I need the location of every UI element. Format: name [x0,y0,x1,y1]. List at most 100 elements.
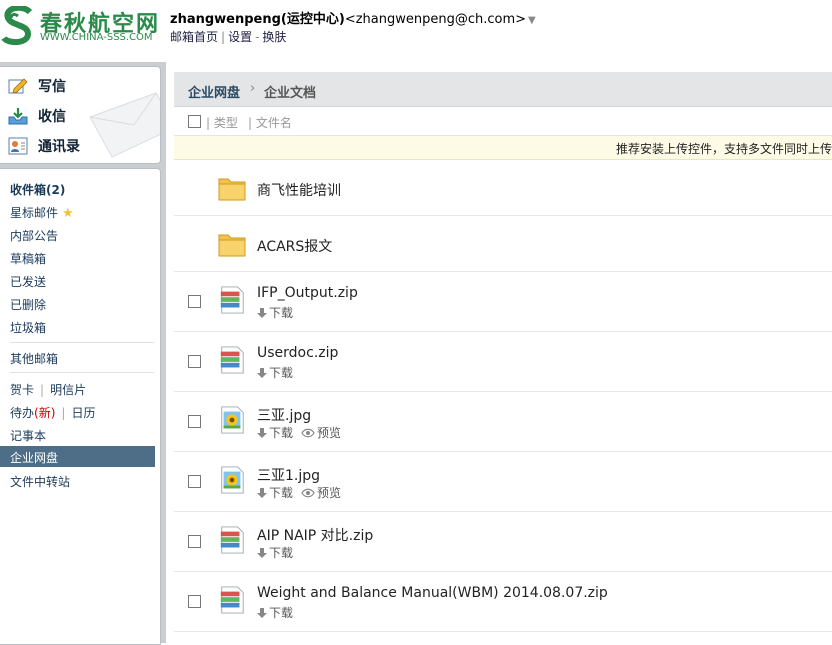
column-filename-label: 文件名 [255,116,292,130]
user-links: 邮箱首页 | 设置 - 换肤 [170,28,286,45]
link-separator: | [221,30,226,44]
contacts-label: 通讯录 [38,139,80,155]
logo[interactable]: 春秋航空网 WWW.CHINA-SSS.COM [0,4,160,48]
file-name[interactable]: 商飞性能培训 [257,180,341,200]
write-mail-button[interactable]: 写信 [8,75,66,97]
file-name[interactable]: Userdoc.zip [257,345,338,361]
zip-file-icon [220,286,244,314]
download-icon [257,307,267,318]
eye-icon [301,488,315,497]
download-icon [257,607,267,618]
mailbox-home-link[interactable]: 邮箱首页 [170,30,218,44]
row-checkbox[interactable] [188,295,201,308]
sidebar-item-deleted[interactable]: 已删除 [10,296,46,313]
sidebar-item-starred[interactable]: 星标邮件 ★ [10,204,74,221]
sidebar-item-label: 企业网盘 [10,451,59,465]
sidebar-item-notes[interactable]: 记事本 [10,427,46,444]
download-link[interactable]: 下载 [257,304,293,321]
list-item[interactable]: 商飞性能培训 [174,160,832,216]
table-row[interactable]: Userdoc.zip 下载 [174,332,832,392]
download-link[interactable]: 下载 [257,424,293,441]
file-name[interactable]: 三亚.jpg [257,405,311,425]
column-type-label: 类型 [213,116,238,130]
breadcrumb: 企业网盘 › 企业文档 [174,72,832,107]
breadcrumb-current: 企业文档 [264,86,317,101]
file-name[interactable]: IFP_Output.zip [257,285,358,301]
sidebar-divider [10,372,154,373]
download-label: 下载 [269,306,294,320]
sidebar-item-inbox[interactable]: 收件箱(2) [10,181,65,198]
download-label: 下载 [269,606,294,620]
download-link[interactable]: 下载 [257,484,293,501]
upload-notice[interactable]: 推荐安装上传控件，支持多文件同时上传 [174,136,832,160]
download-link[interactable]: 下载 [257,364,293,381]
sidebar-item-other-mailboxes[interactable]: 其他邮箱 [10,350,58,367]
download-label: 下载 [269,366,294,380]
logo-mark-icon [1,6,33,46]
sidebar-item-sent[interactable]: 已发送 [10,273,46,290]
row-checkbox[interactable] [188,535,201,548]
sidebar-item-netdisk[interactable]: 企业网盘 [0,446,155,467]
caret-down-icon[interactable]: ▼ [528,15,536,26]
change-skin-link[interactable]: 换肤 [262,30,286,44]
sidebar-row-cards: 贺卡 | 明信片 [10,381,86,398]
sidebar-item-todo[interactable]: 待办(新) [10,406,55,420]
row-checkbox[interactable] [188,415,201,428]
user-email: <zhangwenpeng@ch.com> [344,12,527,27]
contacts-button[interactable]: 通讯录 [8,135,80,157]
preview-label: 预览 [317,486,342,500]
upload-notice-text: 推荐安装上传控件，支持多文件同时上传 [616,142,832,156]
column-filename[interactable]: | 文件名 [248,114,292,131]
row-checkbox[interactable] [188,595,201,608]
table-row[interactable]: IFP_Output.zip 下载 [174,272,832,332]
file-name[interactable]: 三亚1.jpg [257,465,320,485]
address-book-icon [8,137,28,155]
sidebar-item-drafts[interactable]: 草稿箱 [10,250,46,267]
row-checkbox[interactable] [188,355,201,368]
download-link[interactable]: 下载 [257,604,293,621]
logo-url: WWW.CHINA-SSS.COM [40,32,153,43]
sidebar-item-calendar[interactable]: 日历 [71,406,95,420]
envelope-decoration-icon [89,92,160,158]
preview-link[interactable]: 预览 [301,424,341,441]
file-name[interactable]: ACARS报文 [257,236,332,256]
user-name: zhangwenpeng(运控中心) [170,12,345,27]
download-icon [257,547,267,558]
column-type[interactable]: | 类型 [206,114,238,131]
file-name[interactable]: AIP NAIP 对比.zip [257,525,373,545]
select-all-checkbox[interactable] [188,115,201,128]
settings-link[interactable]: 设置 [228,30,252,44]
folder-icon [218,178,246,201]
todo-label: 待办 [10,406,35,420]
breadcrumb-root[interactable]: 企业网盘 [188,82,240,101]
list-item[interactable]: ACARS报文 [174,216,832,272]
row-actions: 下载 [257,604,293,621]
row-actions: 下载 [257,544,293,561]
row-actions: 下载 [257,364,293,381]
compose-panel: 写信 收信 通讯录 [0,66,161,164]
sidebar-item-postcard[interactable]: 明信片 [50,383,86,397]
sidebar-item-notice[interactable]: 内部公告 [10,227,58,244]
sidebar-item-file-transfer[interactable]: 文件中转站 [10,473,70,490]
write-mail-label: 写信 [38,79,66,95]
preview-link[interactable]: 预览 [301,484,341,501]
sidebar-divider [10,342,154,343]
download-link[interactable]: 下载 [257,544,293,561]
file-name[interactable]: Weight and Balance Manual(WBM) 2014.08.0… [257,585,608,601]
table-row[interactable]: AIP NAIP 对比.zip 下载 [174,512,832,572]
separator: | [61,406,66,420]
table-row[interactable]: Weight and Balance Manual(WBM) 2014.08.0… [174,572,832,632]
row-actions: 下载 [257,304,293,321]
zip-file-icon [220,586,244,614]
sidebar-item-spam[interactable]: 垃圾箱 [10,319,46,336]
user-account[interactable]: zhangwenpeng(运控中心)<zhangwenpeng@ch.com> ▼ [170,8,536,27]
zip-file-icon [220,346,244,374]
chevron-right-icon: › [250,81,256,96]
sidebar-item-card[interactable]: 贺卡 [10,383,34,397]
row-checkbox[interactable] [188,475,201,488]
image-file-icon [221,466,244,494]
receive-mail-button[interactable]: 收信 [8,105,66,127]
table-row[interactable]: 三亚1.jpg 下载 预览 [174,452,832,512]
table-row[interactable]: 三亚.jpg 下载 预览 [174,392,832,452]
download-icon [257,487,267,498]
